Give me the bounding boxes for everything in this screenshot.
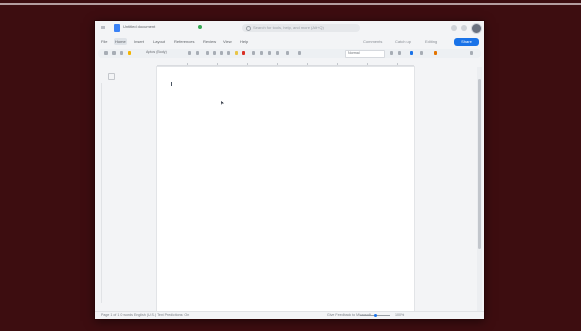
menu-bar: File Home Insert Layout References Revie…: [95, 37, 484, 47]
horizontal-ruler: [157, 61, 414, 66]
bold-icon[interactable]: [206, 51, 209, 55]
catch-up-button[interactable]: Catch up: [395, 39, 411, 44]
bullets-icon[interactable]: [252, 51, 255, 55]
editing-mode-button[interactable]: Editing: [425, 39, 437, 44]
menu-view[interactable]: View: [222, 38, 233, 45]
ruler-tick: [367, 63, 368, 65]
clipboard-icon[interactable]: [120, 51, 123, 55]
ruler-tick: [337, 63, 338, 65]
zoom-slider[interactable]: [360, 314, 390, 317]
editor-icon[interactable]: [410, 51, 413, 55]
menu-home[interactable]: Home: [114, 38, 127, 45]
format-painter-icon[interactable]: [128, 51, 131, 55]
menu-insert[interactable]: Insert: [133, 38, 145, 45]
ribbon-toolbar: Aptos (Body) Normal: [98, 49, 481, 58]
ruler-tick: [307, 63, 308, 65]
designer-icon[interactable]: [420, 51, 423, 55]
copilot-icon[interactable]: [434, 51, 437, 55]
menu-file[interactable]: File: [100, 38, 108, 45]
document-page[interactable]: [157, 67, 414, 313]
ruler-tick: [277, 63, 278, 65]
grow-font-icon[interactable]: [196, 51, 199, 55]
avatar[interactable]: [471, 23, 482, 34]
navigation-pane-icon[interactable]: [108, 73, 115, 80]
app-window: Untitled document Search for tools, help…: [95, 21, 484, 319]
status-info: Page 1 of 1 0 words English (U.S.) Text …: [101, 313, 190, 317]
find-icon[interactable]: [390, 51, 393, 55]
document-title[interactable]: Untitled document: [123, 24, 155, 29]
highlight-icon[interactable]: [235, 51, 238, 55]
italic-icon[interactable]: [213, 51, 216, 55]
more-options-icon[interactable]: [470, 51, 473, 55]
font-name[interactable]: Aptos (Body): [146, 50, 167, 54]
dictate-icon[interactable]: [398, 51, 401, 55]
word-logo-icon: [114, 24, 120, 32]
help-icon[interactable]: [461, 25, 467, 31]
mouse-pointer-icon: [221, 101, 224, 105]
screen-top-line: [0, 3, 581, 5]
strikethrough-icon[interactable]: [227, 51, 230, 55]
numbering-icon[interactable]: [260, 51, 263, 55]
saved-status-icon: [198, 25, 202, 29]
title-bar: Untitled document Search for tools, help…: [95, 21, 484, 35]
zoom-level[interactable]: 100%: [395, 313, 404, 317]
vertical-ruler: [101, 83, 102, 303]
undo-icon[interactable]: [104, 51, 108, 55]
zoom-slider-knob[interactable]: [374, 314, 377, 317]
ruler-tick: [187, 63, 188, 65]
search-placeholder: Search for tools, help, and more (Alt+Q): [253, 25, 324, 30]
vertical-scrollbar[interactable]: [477, 67, 482, 313]
comments-button[interactable]: Comments: [363, 39, 382, 44]
search-icon: [246, 26, 251, 31]
scroll-thumb[interactable]: [478, 79, 481, 249]
text-cursor: [171, 82, 172, 86]
ruler-tick: [247, 63, 248, 65]
search-bar[interactable]: Search for tools, help, and more (Alt+Q): [242, 24, 360, 32]
app-launcher-icon[interactable]: [101, 26, 105, 29]
style-name: Normal: [348, 51, 360, 55]
line-spacing-icon[interactable]: [286, 51, 289, 55]
style-dropdown[interactable]: Normal: [345, 50, 385, 58]
menu-help[interactable]: Help: [239, 38, 249, 45]
font-size-icon[interactable]: [188, 51, 191, 55]
font-color-icon[interactable]: [242, 51, 245, 55]
underline-icon[interactable]: [220, 51, 223, 55]
share-button[interactable]: Share: [454, 38, 479, 46]
redo-icon[interactable]: [112, 51, 116, 55]
paragraph-icon[interactable]: [298, 51, 301, 55]
ruler-tick: [397, 63, 398, 65]
menu-layout[interactable]: Layout: [152, 38, 166, 45]
menu-references[interactable]: References: [173, 38, 195, 45]
ruler-tick: [217, 63, 218, 65]
align-icon[interactable]: [276, 51, 279, 55]
settings-icon[interactable]: [451, 25, 457, 31]
status-bar: Page 1 of 1 0 words English (U.S.) Text …: [95, 311, 484, 319]
menu-review[interactable]: Review: [202, 38, 217, 45]
indent-icon[interactable]: [268, 51, 271, 55]
